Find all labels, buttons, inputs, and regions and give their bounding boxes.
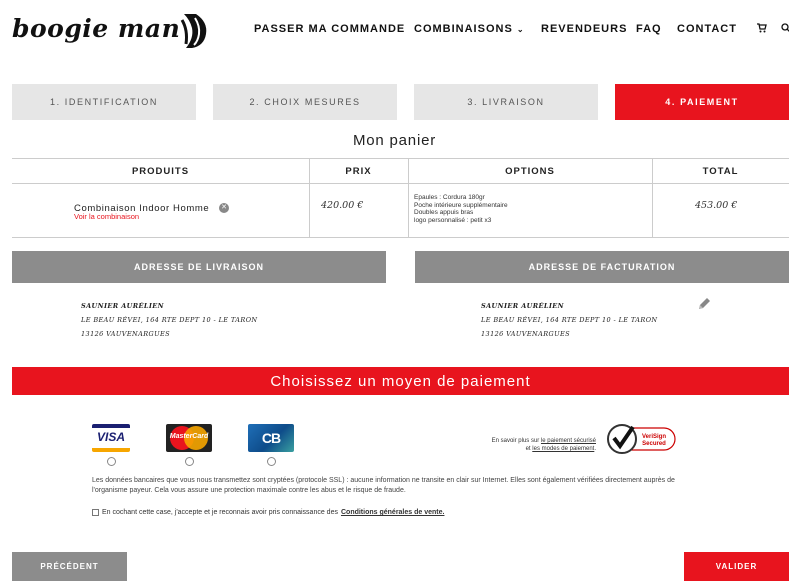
cart-table: PRODUITS PRIX OPTIONS TOTAL Combinaison … <box>12 158 789 238</box>
cgv-checkbox[interactable] <box>92 509 99 516</box>
cart-title: Mon panier <box>352 132 437 149</box>
nav-revendeurs[interactable]: REVENDEURS <box>541 23 627 35</box>
step-livraison[interactable]: 3. LIVRAISON <box>414 84 598 120</box>
view-product-link[interactable]: Voir la combinaison <box>74 212 139 221</box>
cgv-accept[interactable]: En cochant cette case, j'accepte et je r… <box>92 509 444 516</box>
delivery-address: SAUNIER AURÉLIEN LE BEAU RÉVEI, 164 RTE … <box>81 302 258 338</box>
billing-address: SAUNIER AURÉLIEN LE BEAU RÉVEI, 164 RTE … <box>481 302 658 338</box>
col-header-total: TOTAL <box>652 159 789 184</box>
cgv-link[interactable]: Conditions générales de vente. <box>341 509 444 516</box>
nav-contact[interactable]: CONTACT <box>677 23 737 35</box>
verisign-secured-logo: VeriSign Secured <box>607 424 676 454</box>
step-paiement[interactable]: 4. PAIEMENT <box>615 84 789 120</box>
cb-card-logo[interactable]: CB <box>248 424 294 452</box>
col-header-options: OPTIONS <box>408 159 652 184</box>
logo-mark-icon <box>180 14 207 48</box>
visa-radio[interactable] <box>107 457 116 466</box>
svg-text:VeriSign: VeriSign <box>642 434 666 440</box>
nav-faq[interactable]: FAQ <box>636 23 662 35</box>
product-total: 453.00 € <box>695 200 738 211</box>
payment-method-banner: Choisissez un moyen de paiement <box>12 367 789 395</box>
search-icon[interactable] <box>781 23 789 36</box>
previous-button[interactable]: PRÉCÉDENT <box>12 552 127 581</box>
billing-address-header: ADRESSE DE FACTURATION <box>415 251 789 283</box>
ssl-info-text: Les données bancaires que vous nous tran… <box>92 477 675 494</box>
col-header-produits: PRODUITS <box>12 159 309 184</box>
product-options: Epaules : Cordura 180gr Poche intérieure… <box>414 194 508 224</box>
secure-payment-info: En savoir plus sur le paiement sécurisé … <box>491 438 596 452</box>
mastercard-radio[interactable] <box>185 457 194 466</box>
svg-text:Secured: Secured <box>642 441 666 447</box>
mastercard-logo[interactable]: MasterCard <box>166 424 212 452</box>
cb-radio[interactable] <box>267 457 276 466</box>
product-price: 420.00 € <box>321 200 364 211</box>
col-header-prix: PRIX <box>309 159 408 184</box>
nav-passer-commande[interactable]: PASSER MA COMMANDE <box>254 23 405 35</box>
step-identification[interactable]: 1. IDENTIFICATION <box>12 84 196 120</box>
visa-card-logo[interactable]: VISA <box>92 424 130 452</box>
edit-pencil-icon[interactable] <box>696 296 712 312</box>
nav-combinaisons[interactable]: COMBINAISONS ⌄ <box>414 23 525 35</box>
secure-payment-link[interactable]: le paiement sécurisé <box>541 438 596 444</box>
remove-item-icon[interactable]: ✕ <box>219 203 229 213</box>
step-choix-mesures[interactable]: 2. CHOIX MESURES <box>213 84 397 120</box>
validate-button[interactable]: VALIDER <box>684 552 789 581</box>
delivery-address-header: ADRESSE DE LIVRAISON <box>12 251 386 283</box>
payment-modes-link[interactable]: les modes de paiement <box>532 446 594 452</box>
logo[interactable]: boogie man <box>12 14 180 43</box>
cart-icon[interactable] <box>757 23 767 36</box>
chevron-down-icon: ⌄ <box>516 25 525 34</box>
